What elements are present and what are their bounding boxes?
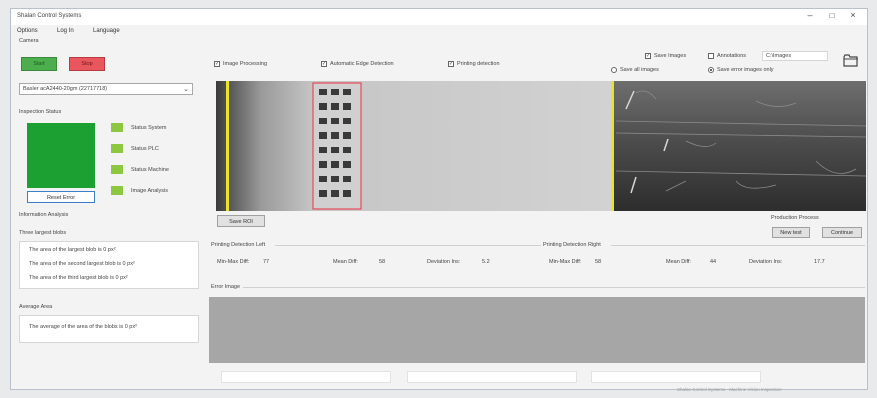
checkbox-box xyxy=(708,53,714,59)
printing-left-group-label: Printing Detection Left xyxy=(211,242,266,248)
printing-right-group-label: Printing Detection Right xyxy=(543,242,601,248)
right-mean-value: 44 xyxy=(710,259,717,265)
save-roi-button[interactable]: Save ROI xyxy=(217,215,265,227)
largest-blobs-panel: The area of the largest blob is 0 px² Th… xyxy=(19,241,199,289)
largest-blob-text: The area of the largest blob is 0 px² xyxy=(29,247,116,253)
right-minmax-label: Min-Max Diff: xyxy=(549,259,582,265)
error-image-view xyxy=(209,297,865,363)
second-blob-text: The area of the second largest blob is 0… xyxy=(29,261,135,267)
right-mean-label: Mean Diff: xyxy=(666,259,691,265)
right-minmax-value: 58 xyxy=(595,259,602,265)
bottom-info-box-1 xyxy=(221,371,391,383)
maximize-icon[interactable]: □ xyxy=(823,11,841,20)
save-images-checkbox[interactable]: ✓ Save Images xyxy=(645,53,686,59)
camera-select-value: Basler acA2440-20gm (22717718) xyxy=(23,86,108,92)
average-area-panel: The average of the area of the blobs is … xyxy=(19,315,199,343)
status-led-plc xyxy=(111,144,123,153)
right-deviation-value: 17.7 xyxy=(814,259,825,265)
menu-login[interactable]: Log In xyxy=(57,28,74,34)
status-led-image-analysis xyxy=(111,186,123,195)
radio-circle xyxy=(708,67,714,73)
group-divider xyxy=(275,245,541,246)
left-mean-label: Mean Diff: xyxy=(333,259,358,265)
left-mean-value: 58 xyxy=(379,259,386,265)
left-deviation-label: Deviation Ins: xyxy=(427,259,461,265)
left-deviation-value: 5.2 xyxy=(482,259,490,265)
status-label-plc: Status PLC xyxy=(131,146,159,152)
status-label-image-analysis: Image Analysis xyxy=(131,188,168,194)
average-area-text: The average of the area of the blobs is … xyxy=(29,324,137,330)
save-error-radio[interactable]: Save error images only xyxy=(708,67,774,73)
footer-text: Shalan Control Systems - Machine Vision … xyxy=(677,387,782,392)
radio-circle xyxy=(611,67,617,73)
new-test-button[interactable]: New test xyxy=(772,227,810,238)
save-error-label: Save error images only xyxy=(717,67,774,73)
status-led-machine xyxy=(111,165,123,174)
save-all-radio[interactable]: Save all images xyxy=(611,67,659,73)
status-led-system xyxy=(111,123,123,132)
annotations-checkbox[interactable]: Annotations xyxy=(708,53,746,59)
left-minmax-value: 77 xyxy=(263,259,270,265)
checkbox-box: ✓ xyxy=(321,61,327,67)
menu-language[interactable]: Language xyxy=(93,28,120,34)
minimize-icon[interactable]: – xyxy=(801,10,819,20)
bottom-info-box-3 xyxy=(591,371,761,383)
window-title: Shalan Control Systems xyxy=(17,13,82,19)
checkbox-box: ✓ xyxy=(448,61,454,67)
save-all-label: Save all images xyxy=(620,67,659,73)
error-image-label: Error Image xyxy=(211,284,241,290)
annotations-label: Annotations xyxy=(717,53,747,59)
printing-detection-checkbox[interactable]: ✓ Printing detection xyxy=(448,61,500,67)
image-processing-label: Image Processing xyxy=(223,61,268,67)
right-deviation-label: Deviation Ins: xyxy=(749,259,783,265)
start-button[interactable]: Start xyxy=(21,57,57,71)
menu-bar: Options Log In Language xyxy=(11,25,867,37)
inspection-status-indicator xyxy=(27,123,95,188)
continue-button[interactable]: Continue xyxy=(822,227,862,238)
stop-button[interactable]: Stop xyxy=(69,57,105,71)
printing-detection-label: Printing detection xyxy=(457,61,500,67)
camera-group-label: Camera xyxy=(19,38,39,44)
status-label-machine: Status Machine xyxy=(131,167,169,173)
edge-detection-checkbox[interactable]: ✓ Automatic Edge Detection xyxy=(321,61,394,67)
save-path-input[interactable]: C:\Images xyxy=(762,51,828,61)
third-blob-text: The area of the third largest blob is 0 … xyxy=(29,275,128,281)
group-divider xyxy=(611,245,865,246)
save-path-value: C:\Images xyxy=(766,53,792,59)
save-images-label: Save Images xyxy=(654,53,687,59)
bottom-info-box-2 xyxy=(407,371,577,383)
group-divider xyxy=(243,287,865,288)
average-area-label: Average Area xyxy=(19,304,53,310)
reset-error-button[interactable]: Reset Error xyxy=(27,191,95,203)
edge-detection-label: Automatic Edge Detection xyxy=(330,61,394,67)
camera-select[interactable]: Basler acA2440-20gm (22717718) ⌄ xyxy=(19,83,193,95)
image-processing-checkbox[interactable]: ✓ Image Processing xyxy=(214,61,267,67)
checkbox-box: ✓ xyxy=(214,61,220,67)
folder-icon[interactable] xyxy=(841,51,861,69)
app-window: Shalan Control Systems – □ × Options Log… xyxy=(10,8,868,392)
three-largest-label: Three largest blobs xyxy=(19,230,67,236)
inspection-group-label: Inspection Status xyxy=(19,109,62,115)
left-minmax-label: Min-Max Diff: xyxy=(217,259,250,265)
menu-options[interactable]: Options xyxy=(17,28,38,34)
production-process-label: Production Process xyxy=(771,215,819,221)
chevron-down-icon: ⌄ xyxy=(183,86,189,93)
status-label-system: Status System xyxy=(131,125,167,131)
camera-image-view xyxy=(216,81,866,211)
title-bar: Shalan Control Systems – □ × xyxy=(11,9,867,25)
checkbox-box: ✓ xyxy=(645,53,651,59)
close-icon[interactable]: × xyxy=(844,10,862,20)
analysis-group-label: Information Analysis xyxy=(19,212,69,218)
